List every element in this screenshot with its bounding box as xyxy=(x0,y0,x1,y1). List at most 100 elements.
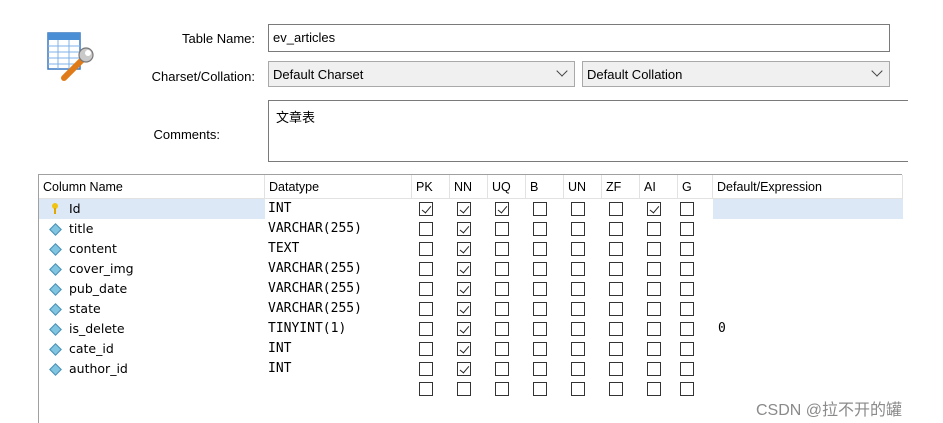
table-row[interactable]: title VARCHAR(255) xyxy=(39,219,902,239)
zf-checkbox[interactable] xyxy=(609,222,623,236)
uq-checkbox[interactable] xyxy=(495,302,509,316)
b-checkbox[interactable] xyxy=(533,282,547,296)
un-checkbox[interactable] xyxy=(571,362,585,376)
b-checkbox[interactable] xyxy=(533,222,547,236)
pk-checkbox[interactable] xyxy=(419,242,433,256)
un-checkbox[interactable] xyxy=(571,282,585,296)
g-checkbox[interactable] xyxy=(680,362,694,376)
ai-checkbox[interactable] xyxy=(647,382,661,396)
default-expression-cell[interactable]: 0 xyxy=(718,319,726,339)
datatype-cell[interactable]: VARCHAR(255) xyxy=(268,279,362,299)
un-checkbox[interactable] xyxy=(571,302,585,316)
g-checkbox[interactable] xyxy=(680,262,694,276)
b-checkbox[interactable] xyxy=(533,382,547,396)
pk-checkbox[interactable] xyxy=(419,342,433,356)
un-checkbox[interactable] xyxy=(571,382,585,396)
column-name-cell[interactable]: content xyxy=(69,239,117,259)
b-checkbox[interactable] xyxy=(533,342,547,356)
un-checkbox[interactable] xyxy=(571,322,585,336)
column-name-cell[interactable]: is_delete xyxy=(69,319,125,339)
pk-checkbox[interactable] xyxy=(419,382,433,396)
pk-checkbox[interactable] xyxy=(419,262,433,276)
column-name-cell[interactable]: cover_img xyxy=(69,259,134,279)
g-checkbox[interactable] xyxy=(680,382,694,396)
column-name-cell[interactable]: state xyxy=(69,299,101,319)
column-name-cell[interactable]: cate_id xyxy=(69,339,114,359)
charset-select[interactable]: Default Charset xyxy=(268,61,575,87)
column-header[interactable]: UQ xyxy=(488,175,526,199)
pk-checkbox[interactable] xyxy=(419,282,433,296)
pk-checkbox[interactable] xyxy=(419,362,433,376)
ai-checkbox[interactable] xyxy=(647,222,661,236)
b-checkbox[interactable] xyxy=(533,202,547,216)
nn-checkbox[interactable] xyxy=(457,362,471,376)
un-checkbox[interactable] xyxy=(571,242,585,256)
ai-checkbox[interactable] xyxy=(647,202,661,216)
table-row[interactable]: is_delete TINYINT(1) 0 xyxy=(39,319,902,339)
uq-checkbox[interactable] xyxy=(495,282,509,296)
b-checkbox[interactable] xyxy=(533,362,547,376)
pk-checkbox[interactable] xyxy=(419,322,433,336)
zf-checkbox[interactable] xyxy=(609,382,623,396)
b-checkbox[interactable] xyxy=(533,262,547,276)
datatype-cell[interactable]: TINYINT(1) xyxy=(268,319,346,339)
zf-checkbox[interactable] xyxy=(609,322,623,336)
g-checkbox[interactable] xyxy=(680,282,694,296)
column-name-cell[interactable]: Id xyxy=(69,199,81,219)
nn-checkbox[interactable] xyxy=(457,302,471,316)
pk-checkbox[interactable] xyxy=(419,202,433,216)
uq-checkbox[interactable] xyxy=(495,342,509,356)
ai-checkbox[interactable] xyxy=(647,302,661,316)
b-checkbox[interactable] xyxy=(533,322,547,336)
g-checkbox[interactable] xyxy=(680,242,694,256)
nn-checkbox[interactable] xyxy=(457,202,471,216)
uq-checkbox[interactable] xyxy=(495,242,509,256)
datatype-cell[interactable]: VARCHAR(255) xyxy=(268,259,362,279)
zf-checkbox[interactable] xyxy=(609,302,623,316)
ai-checkbox[interactable] xyxy=(647,282,661,296)
datatype-cell[interactable]: VARCHAR(255) xyxy=(268,299,362,319)
un-checkbox[interactable] xyxy=(571,262,585,276)
g-checkbox[interactable] xyxy=(680,342,694,356)
ai-checkbox[interactable] xyxy=(647,342,661,356)
g-checkbox[interactable] xyxy=(680,222,694,236)
ai-checkbox[interactable] xyxy=(647,362,661,376)
pk-checkbox[interactable] xyxy=(419,302,433,316)
zf-checkbox[interactable] xyxy=(609,362,623,376)
zf-checkbox[interactable] xyxy=(609,262,623,276)
columns-grid[interactable]: Column Name Datatype PK NN UQ B UN ZF AI G Default… xyxy=(38,174,903,423)
column-name-cell[interactable]: pub_date xyxy=(69,279,127,299)
nn-checkbox[interactable] xyxy=(457,242,471,256)
table-row[interactable]: cover_img VARCHAR(255) xyxy=(39,259,902,279)
column-header[interactable]: G xyxy=(678,175,713,199)
zf-checkbox[interactable] xyxy=(609,242,623,256)
g-checkbox[interactable] xyxy=(680,322,694,336)
ai-checkbox[interactable] xyxy=(647,242,661,256)
pk-checkbox[interactable] xyxy=(419,222,433,236)
uq-checkbox[interactable] xyxy=(495,262,509,276)
datatype-cell[interactable]: INT xyxy=(268,339,291,359)
zf-checkbox[interactable] xyxy=(609,282,623,296)
table-row[interactable]: pub_date VARCHAR(255) xyxy=(39,279,902,299)
un-checkbox[interactable] xyxy=(571,202,585,216)
column-header[interactable]: PK xyxy=(412,175,450,199)
datatype-cell[interactable]: INT xyxy=(268,359,291,379)
column-header[interactable]: NN xyxy=(450,175,488,199)
column-header[interactable]: B xyxy=(526,175,564,199)
column-header[interactable]: Datatype xyxy=(265,175,412,199)
uq-checkbox[interactable] xyxy=(495,382,509,396)
b-checkbox[interactable] xyxy=(533,242,547,256)
column-name-cell[interactable]: author_id xyxy=(69,359,128,379)
g-checkbox[interactable] xyxy=(680,202,694,216)
column-name-cell[interactable]: title xyxy=(69,219,93,239)
nn-checkbox[interactable] xyxy=(457,382,471,396)
table-row[interactable]: content TEXT xyxy=(39,239,902,259)
un-checkbox[interactable] xyxy=(571,222,585,236)
nn-checkbox[interactable] xyxy=(457,222,471,236)
column-header[interactable]: UN xyxy=(564,175,602,199)
uq-checkbox[interactable] xyxy=(495,222,509,236)
column-header[interactable]: Default/Expression xyxy=(713,175,903,199)
un-checkbox[interactable] xyxy=(571,342,585,356)
uq-checkbox[interactable] xyxy=(495,202,509,216)
nn-checkbox[interactable] xyxy=(457,322,471,336)
